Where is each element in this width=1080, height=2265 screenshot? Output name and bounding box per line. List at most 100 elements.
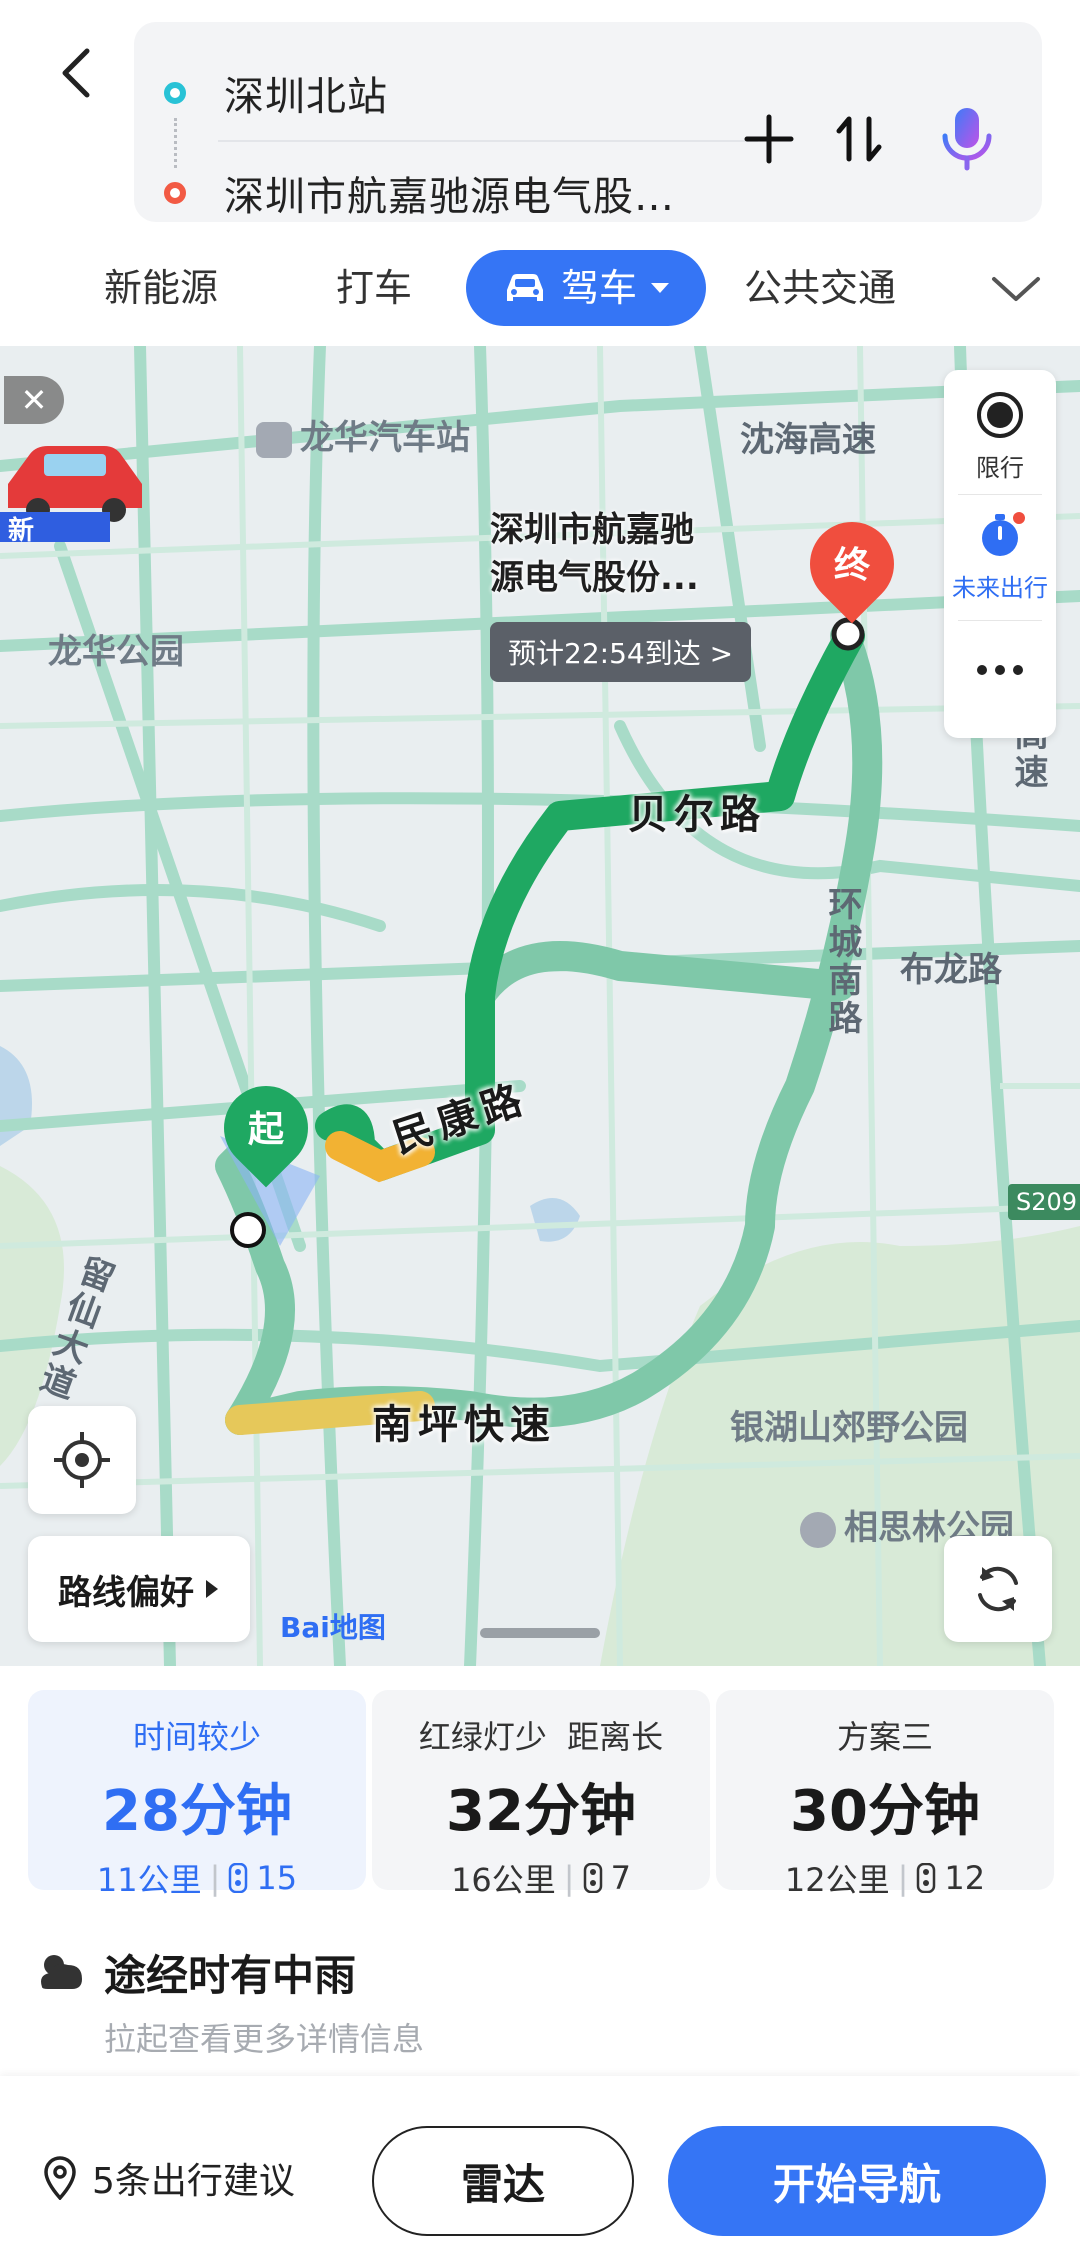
poi-park-longhua: 龙华公园 (48, 624, 184, 673)
destination-text: 深圳市航嘉驰源电气股… (224, 174, 675, 220)
road-label-s209: S209 (1008, 1184, 1080, 1220)
map-side-panel: 限行 未来出行 (944, 370, 1056, 738)
route-plan-2[interactable]: 红绿灯少 距离长 32分钟 16公里 | 7 (372, 1690, 710, 1899)
divider: | (209, 1859, 221, 1897)
back-arrow-icon (62, 48, 90, 98)
start-dot-icon (164, 82, 186, 104)
bus-icon (256, 421, 292, 458)
tab-drive[interactable]: 驾车 (466, 250, 706, 326)
rain-cloud-icon (41, 1954, 82, 1989)
swap-button[interactable] (826, 106, 892, 172)
start-navigation-button[interactable]: 开始导航 (668, 2126, 1046, 2236)
traffic-light-icon (917, 1863, 936, 1893)
road-label-shenhai: 沈海高速 (740, 420, 876, 460)
refresh-icon (978, 1566, 1018, 1612)
weather-alert[interactable]: 途经时有中雨 (36, 1942, 356, 2003)
add-waypoint-button[interactable] (736, 106, 802, 172)
divider: | (563, 1859, 575, 1897)
plan-title: 方案三 (836, 1718, 933, 1756)
action-bar: 5条出行建议 雷达 开始导航 (0, 2076, 1080, 2265)
start-navigation-label: 开始导航 (772, 2159, 941, 2209)
plan-lights: 7 (610, 1859, 631, 1897)
start-input[interactable]: 深圳北站 (164, 58, 388, 128)
close-icon[interactable]: ✕ (4, 376, 64, 424)
travel-suggestions-button[interactable]: 5条出行建议 (42, 2152, 295, 2204)
radar-label: 雷达 (460, 2159, 545, 2209)
tab-transit[interactable]: 公共交通 (744, 258, 896, 318)
chevron-down-icon (992, 277, 1040, 301)
traffic-light-icon (229, 1863, 248, 1893)
more-modes-button[interactable] (990, 262, 1042, 322)
future-trip-button[interactable]: 未来出行 (944, 510, 1056, 603)
back-button[interactable] (40, 38, 110, 108)
road-label-bulong: 布龙路 (900, 950, 1002, 990)
road-label-huancheng: 环城南路 (822, 886, 862, 1038)
caret-down-icon (651, 283, 669, 293)
road-label-beier: 贝尔路 (628, 792, 766, 838)
route-plan-3[interactable]: 方案三 30分钟 12公里 | 12 (716, 1690, 1054, 1899)
route-input-card: 深圳北站 深圳市航嘉驰源电气股… (134, 22, 1042, 222)
promo-badge: 新 (8, 516, 35, 546)
end-pin-label: 终 (833, 545, 870, 586)
tab-taxi[interactable]: 打车 (336, 258, 412, 318)
route-sheet: 时间较少 28分钟 11公里 | 15 红绿灯少 距离长 32分钟 16公里 |… (0, 1666, 1080, 2265)
plan-title: 红绿灯少 距离长 (418, 1718, 664, 1756)
swap-icon (836, 116, 882, 162)
plan-title: 时间较少 (132, 1718, 261, 1756)
voice-button[interactable] (934, 106, 1000, 172)
route-preference-label: 路线偏好 (58, 1572, 194, 1613)
weather-subtext: 拉起查看更多详情信息 (104, 2020, 425, 2058)
park-icon (800, 1511, 836, 1548)
poi-park-yinhu: 银湖山郊野公园 (730, 1400, 968, 1449)
refresh-button[interactable] (944, 1536, 1052, 1642)
plan-time: 30分钟 (790, 1779, 980, 1844)
poi-bus-station-label: 龙华汽车站 (300, 418, 470, 458)
mode-tabs: 新能源 打车 驾车 公共交通 (0, 240, 1080, 340)
microphone-icon (942, 108, 992, 171)
plan-meta: 12公里 | 12 (716, 1855, 1054, 1901)
baidu-map-logo: Bai地图 (280, 1611, 386, 1644)
plan-distance: 12公里 (784, 1861, 890, 1899)
map-view[interactable]: ✕ 新 龙华汽车站 龙华公园 银湖山郊野公园 相思林公园 沈海高速 贝尔路 民康… (0, 346, 1080, 1666)
crosshair-icon (54, 1432, 110, 1488)
plan-meta: 11公里 | 15 (28, 1855, 366, 1901)
weather-text: 途经时有中雨 (104, 1951, 357, 2000)
divider (958, 494, 1042, 495)
stopwatch-icon (982, 512, 1025, 556)
poi-bus-station: 龙华汽车站 (256, 410, 470, 459)
route-plan-1[interactable]: 时间较少 28分钟 11公里 | 15 (28, 1690, 366, 1899)
route-header: 深圳北站 深圳市航嘉驰源电气股… (0, 0, 1080, 240)
traffic-light-icon (583, 1863, 602, 1893)
location-pin-icon (44, 2156, 76, 2200)
caret-right-icon (206, 1580, 218, 1598)
divider: | (897, 1859, 909, 1897)
restriction-button[interactable]: 限行 (944, 390, 1056, 483)
car-icon (506, 274, 543, 301)
new-energy-promo[interactable]: ✕ 新 (0, 376, 150, 546)
locate-me-button[interactable] (28, 1406, 136, 1514)
start-pin-label: 起 (247, 1109, 284, 1150)
destination-dot-icon (164, 182, 186, 204)
tab-drive-label: 驾车 (560, 266, 637, 310)
divider (958, 620, 1042, 621)
radar-button[interactable]: 雷达 (372, 2126, 634, 2236)
eta-chip[interactable]: 预计22:54到达 > (490, 622, 752, 682)
poi-park-longhua-label: 龙华公园 (48, 632, 184, 672)
more-dots-icon (977, 665, 1023, 675)
plan-distance: 11公里 (96, 1861, 202, 1899)
plan-meta: 16公里 | 7 (372, 1855, 710, 1901)
restriction-label: 限行 (976, 454, 1024, 482)
plan-time: 28分钟 (102, 1779, 292, 1844)
plan-lights: 15 (256, 1859, 298, 1897)
road-label-nanping: 南坪快速 (372, 1402, 556, 1448)
plan-lights: 12 (944, 1859, 986, 1897)
destination-input[interactable]: 深圳市航嘉驰源电气股… (164, 158, 675, 228)
destination-label: 深圳市航嘉驰 源电气股份... (490, 510, 699, 598)
tab-new-energy[interactable]: 新能源 (104, 258, 218, 318)
plus-icon (744, 114, 794, 164)
plan-time: 32分钟 (446, 1779, 636, 1844)
restriction-icon (977, 392, 1023, 438)
more-options-button[interactable] (944, 640, 1056, 704)
sheet-drag-handle[interactable] (480, 1628, 600, 1638)
route-preference-button[interactable]: 路线偏好 (28, 1536, 250, 1642)
